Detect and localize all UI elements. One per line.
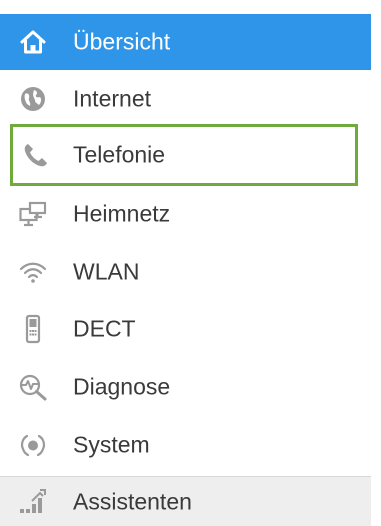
- nav-item-heimnetz[interactable]: Heimnetz: [0, 186, 371, 242]
- network-icon: [18, 199, 48, 229]
- nav-item-uebersicht[interactable]: Übersicht: [0, 14, 371, 70]
- sidebar-nav: Übersicht Internet Telefonie Heimnetz WL…: [0, 0, 371, 526]
- nav-label: System: [73, 431, 150, 458]
- globe-icon: [18, 84, 48, 114]
- nav-label: Diagnose: [73, 373, 171, 400]
- nav-label: Telefonie: [73, 141, 166, 168]
- nav-label: WLAN: [73, 258, 140, 285]
- nav-label: DECT: [73, 315, 136, 342]
- nav-item-internet[interactable]: Internet: [0, 71, 371, 127]
- system-icon: [18, 430, 48, 460]
- diagnosis-icon: [18, 372, 48, 402]
- nav-label: Übersicht: [73, 28, 171, 55]
- nav-item-dect[interactable]: DECT: [0, 301, 371, 357]
- nav-label: Internet: [73, 85, 151, 112]
- nav-item-wlan[interactable]: WLAN: [0, 244, 371, 300]
- dect-phone-icon: [18, 314, 48, 344]
- nav-label: Heimnetz: [73, 200, 171, 227]
- nav-item-system[interactable]: System: [0, 417, 371, 473]
- phone-icon: [21, 140, 51, 170]
- nav-item-diagnose[interactable]: Diagnose: [0, 359, 371, 415]
- home-icon: [18, 27, 48, 57]
- nav-item-telefonie[interactable]: Telefonie: [10, 124, 358, 186]
- nav-item-assistenten[interactable]: Assistenten: [0, 476, 371, 526]
- assistant-icon: [18, 487, 48, 517]
- nav-label: Assistenten: [73, 488, 192, 514]
- wifi-icon: [18, 257, 48, 287]
